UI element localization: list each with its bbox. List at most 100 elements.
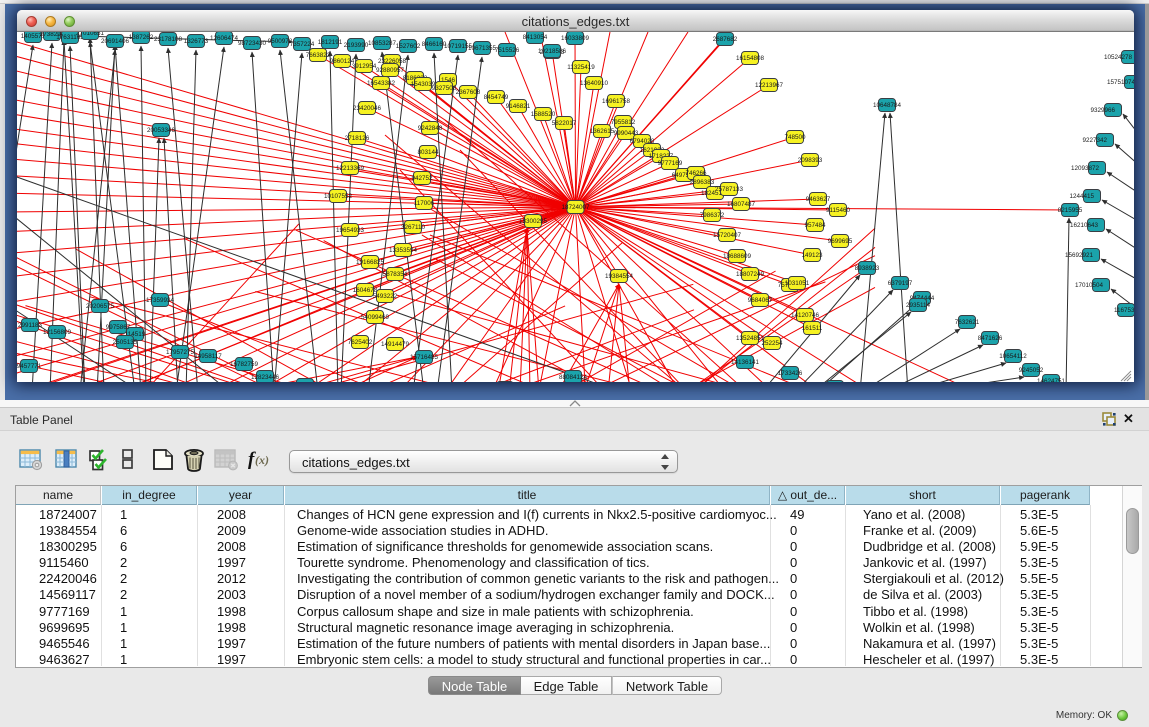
svg-text:18300295: 18300295 [519,218,548,225]
svg-text:149123: 149123 [801,252,823,259]
svg-text:13353594: 13353594 [389,247,418,254]
svg-text:14624751: 14624751 [1037,378,1066,382]
svg-text:12823446: 12823446 [251,374,280,381]
svg-text:10524278: 10524278 [1104,54,1133,61]
svg-text:9463627: 9463627 [806,196,831,203]
svg-text:9777169: 9777169 [658,160,683,167]
svg-text:117006: 117006 [414,200,435,207]
svg-text:9329966: 9329966 [1090,107,1115,114]
svg-text:2935114: 2935114 [906,302,931,309]
svg-text:1812191: 1812191 [318,39,343,46]
svg-text:5878354: 5878354 [383,271,408,278]
svg-text:8413054: 8413054 [523,34,548,41]
svg-text:7955812: 7955812 [611,119,636,126]
svg-text:92880957: 92880957 [376,67,405,74]
svg-text:10107552: 10107552 [324,193,353,200]
svg-text:12213967: 12213967 [755,82,784,89]
svg-text:14958117: 14958117 [194,353,222,360]
svg-text:9975867: 9975867 [106,324,131,331]
svg-text:10853287: 10853287 [368,40,397,47]
svg-text:15716485: 15716485 [410,354,439,361]
svg-text:23420046: 23420046 [353,105,382,112]
svg-text:13524851: 13524851 [736,335,765,342]
svg-text:12213369: 12213369 [336,165,365,172]
svg-text:12093872: 12093872 [1071,165,1100,172]
svg-text:942752: 942752 [411,175,433,182]
svg-text:9245052: 9245052 [1019,367,1044,374]
svg-text:9684067: 9684067 [748,297,773,304]
svg-text:5493222: 5493222 [373,293,398,300]
svg-text:27010651: 27010651 [76,32,105,37]
svg-text:7625402: 7625402 [348,339,373,346]
svg-text:10648784: 10648784 [873,102,902,109]
svg-text:161511: 161511 [802,325,823,332]
svg-text:9699695: 9699695 [828,238,853,245]
svg-text:2505135: 2505135 [113,339,138,346]
svg-text:3267110: 3267110 [401,224,426,231]
svg-text:88084124: 88084124 [559,374,588,381]
svg-text:2896383: 2896383 [690,179,715,186]
svg-text:19218586: 19218586 [538,48,567,55]
svg-text:3912954: 3912954 [352,63,377,70]
svg-text:20691406: 20691406 [101,38,130,45]
svg-text:23178108: 23178108 [154,36,183,43]
svg-text:17010504: 17010504 [1075,282,1104,289]
svg-text:13640910: 13640910 [580,80,609,87]
svg-text:18807249: 18807249 [736,271,765,278]
svg-text:748500: 748500 [784,134,806,141]
svg-text:2991183: 2991183 [18,322,43,329]
svg-text:2687682: 2687682 [713,36,738,43]
svg-text:2367608: 2367608 [456,89,481,96]
svg-text:19384554: 19384554 [605,273,634,280]
svg-text:16543382: 16543382 [367,80,396,87]
svg-text:(x): (x) [255,453,269,467]
svg-text:18688609: 18688609 [723,253,752,260]
svg-text:1733426: 1733426 [778,370,803,377]
svg-text:5822017: 5822017 [552,120,577,127]
svg-text:16033809: 16033809 [561,35,590,42]
svg-text:54099469: 54099469 [361,314,390,321]
svg-text:8471626: 8471626 [978,335,1003,342]
svg-text:16807487: 16807487 [727,201,756,208]
svg-text:1527602: 1527602 [396,43,421,50]
svg-text:2098393: 2098393 [798,157,823,164]
svg-text:8215955: 8215955 [1058,207,1083,214]
svg-text:15751074: 15751074 [1107,79,1134,86]
svg-text:20053346: 20053346 [147,127,176,134]
svg-text:20206575: 20206575 [86,303,115,310]
svg-text:14120746: 14120746 [791,312,820,319]
svg-text:15720407: 15720407 [713,232,742,239]
svg-text:19166825: 19166825 [356,259,385,266]
svg-text:1167534: 1167534 [1114,307,1134,314]
svg-text:16210643: 16210643 [1070,222,1099,229]
svg-text:8938923: 8938923 [855,265,880,272]
svg-text:1588520: 1588520 [531,111,556,118]
svg-text:17359934: 17359934 [146,297,175,304]
svg-text:1031051: 1031051 [785,280,810,287]
svg-text:16154808: 16154808 [736,55,765,62]
svg-text:6379197: 6379197 [888,280,913,287]
svg-text:7986372: 7986372 [700,212,725,219]
svg-text:10671355: 10671355 [468,45,497,52]
svg-text:12156809: 12156809 [43,329,72,336]
svg-text:9227342: 9227342 [1082,137,1107,144]
svg-text:2193990: 2193990 [344,42,369,49]
svg-text:1244415: 1244415 [1069,193,1094,200]
svg-text:957484: 957484 [804,222,826,229]
svg-text:9146821: 9146821 [506,103,531,110]
svg-text:25787133: 25787133 [715,186,744,193]
svg-text:12606474: 12606474 [210,35,239,42]
svg-text:7632621: 7632621 [955,319,980,326]
svg-text:98723430: 98723430 [238,40,267,47]
svg-text:252254: 252254 [761,340,783,347]
svg-text:19654933: 19654933 [336,227,365,234]
svg-text:14136141: 14136141 [731,359,760,366]
svg-text:9115460: 9115460 [826,207,851,214]
svg-text:803144: 803144 [417,149,439,156]
svg-text:1362615: 1362615 [590,128,615,135]
svg-text:14914479: 14914479 [381,341,410,348]
svg-text:1387262: 1387262 [129,34,154,41]
svg-text:7515526: 7515526 [495,47,520,54]
svg-text:17957275: 17957275 [166,349,195,356]
svg-text:9242848: 9242848 [418,125,443,132]
